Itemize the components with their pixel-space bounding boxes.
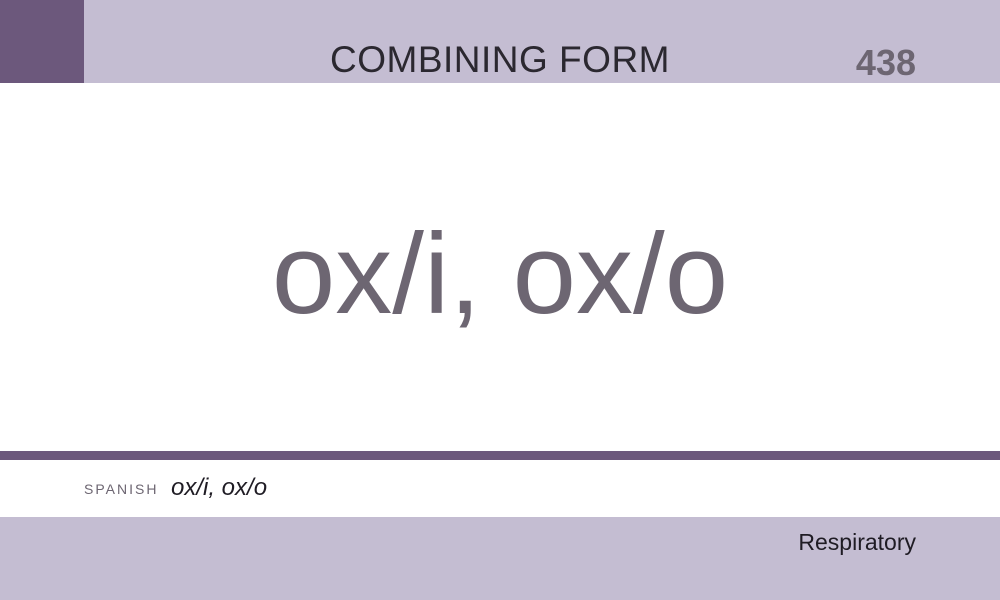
header-band: COMBINING FORM 438	[0, 0, 1000, 83]
translation-language-label: SPANISH	[84, 481, 159, 497]
card-type-label: COMBINING FORM	[330, 39, 670, 80]
flashcard: COMBINING FORM 438 ox/i, ox/o SPANISH ox…	[0, 0, 1000, 600]
translation-row: SPANISH ox/i, ox/o	[0, 460, 1000, 517]
category-label: Respiratory	[798, 529, 916, 555]
divider-bar	[0, 451, 1000, 460]
term-text: ox/i, ox/o	[271, 211, 729, 338]
footer-band: Respiratory	[0, 517, 1000, 600]
translation-text: ox/i, ox/o	[171, 474, 268, 501]
card-number: 438	[855, 42, 916, 83]
